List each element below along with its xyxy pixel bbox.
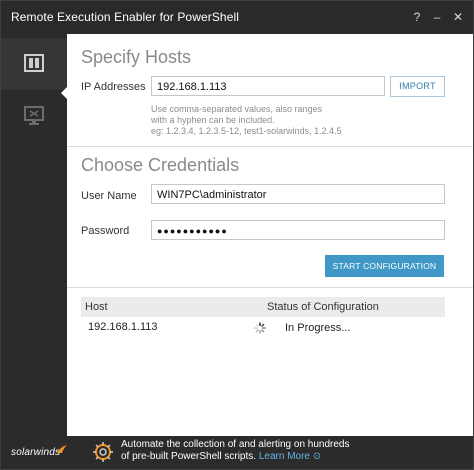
footer-bar: solarwinds Automate the collection of an…: [1, 436, 473, 469]
row-status: In Progress...: [285, 322, 351, 334]
password-input[interactable]: ●●●●●●●●●●●: [151, 220, 445, 240]
user-name-input[interactable]: WIN7PC\administrator: [151, 184, 445, 204]
start-configuration-button[interactable]: START CONFIGURATION: [325, 255, 444, 277]
promo-line-2: of pre-built PowerShell scripts.: [121, 451, 257, 462]
ip-addresses-label: IP Addresses: [81, 81, 146, 93]
section-divider: [67, 146, 473, 147]
hint-line-3: eg: 1.2.3.4, 1.2.3.5-12, test1-solarwind…: [151, 126, 342, 136]
app-window: Remote Execution Enabler for PowerShell …: [0, 0, 474, 470]
results-table: Host Status of Configuration 192.168.1.1…: [81, 297, 445, 436]
minimize-button[interactable]: –: [428, 8, 446, 26]
window-title: Remote Execution Enabler for PowerShell: [11, 10, 240, 24]
promo-line-2-wrap: of pre-built PowerShell scripts. Learn M…: [121, 451, 350, 463]
results-divider: [67, 287, 473, 288]
ip-addresses-input[interactable]: 192.168.1.113: [151, 76, 385, 96]
flame-icon: [57, 445, 67, 453]
column-header-status: Status of Configuration: [267, 301, 379, 313]
password-label: Password: [81, 225, 130, 237]
help-button[interactable]: ?: [408, 8, 426, 26]
choose-credentials-heading: Choose Credentials: [81, 155, 240, 175]
specify-hosts-heading: Specify Hosts: [81, 47, 192, 67]
automation-gear-icon: [93, 442, 113, 462]
monitor-icon: [24, 106, 44, 125]
panel-icon: [24, 54, 44, 72]
sidebar: [1, 34, 68, 436]
promo-text: Automate the collection of and alerting …: [121, 439, 350, 463]
close-button[interactable]: ✕: [449, 8, 467, 26]
hint-line-2: with a hyphen can be included.: [151, 115, 275, 125]
title-bar[interactable]: Remote Execution Enabler for PowerShell …: [1, 1, 473, 34]
user-name-label: User Name: [81, 190, 137, 202]
row-host: 192.168.1.113: [88, 321, 158, 333]
solarwinds-logo: solarwinds: [11, 447, 61, 458]
table-header: Host Status of Configuration: [81, 297, 445, 317]
hint-line-1: Use comma-separated values, also ranges: [151, 104, 323, 114]
import-button[interactable]: IMPORT: [390, 76, 445, 97]
promo-line-1: Automate the collection of and alerting …: [121, 439, 350, 450]
sidebar-item-configure[interactable]: [1, 38, 67, 90]
sidebar-item-monitor[interactable]: [1, 90, 67, 142]
column-header-host: Host: [85, 301, 108, 313]
learn-more-arrow-icon[interactable]: ⊙: [313, 451, 321, 462]
learn-more-link[interactable]: Learn More: [259, 451, 310, 462]
spinner-icon: [254, 322, 266, 334]
main-panel: Specify Hosts IP Addresses 192.168.1.113…: [67, 34, 473, 436]
